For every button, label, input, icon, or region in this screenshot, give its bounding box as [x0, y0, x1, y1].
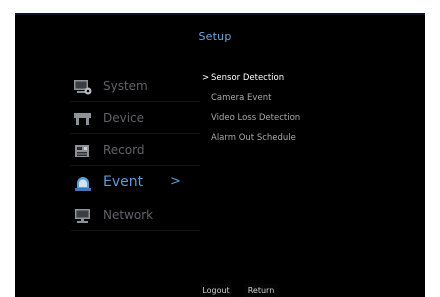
submenu-item-camera-event[interactable]: Camera Event: [211, 93, 271, 103]
submenu-item-sensor-detection[interactable]: Sensor Detection: [211, 73, 284, 83]
top-bar: [15, 13, 425, 15]
menu-label-event: Event: [103, 174, 144, 190]
chevron-right-icon: >: [170, 174, 181, 189]
camera-mount-icon: [73, 110, 93, 128]
menu-item-network[interactable]: Network: [70, 201, 200, 231]
selection-marker: >: [202, 73, 210, 83]
return-button[interactable]: Return: [244, 284, 278, 297]
alarm-siren-icon: [73, 175, 93, 193]
logout-button[interactable]: Logout: [200, 284, 232, 297]
page-title: Setup: [198, 30, 232, 43]
divider: [70, 101, 200, 102]
menu-label-device: Device: [103, 111, 145, 125]
menu-item-record[interactable]: Record: [70, 136, 200, 166]
menu-item-event[interactable]: Event >: [70, 169, 200, 199]
submenu-item-video-loss-detection[interactable]: Video Loss Detection: [211, 113, 300, 123]
menu-item-device[interactable]: Device: [70, 104, 200, 134]
monitor-gear-icon: [73, 78, 93, 96]
menu-label-record: Record: [103, 143, 145, 157]
divider: [70, 230, 200, 231]
network-monitor-icon: [73, 207, 93, 225]
divider: [70, 133, 200, 134]
setup-screen: Setup System Device Record Event > Netwo…: [15, 13, 425, 297]
submenu-item-alarm-out-schedule[interactable]: Alarm Out Schedule: [211, 133, 296, 143]
menu-label-system: System: [103, 79, 148, 93]
divider: [70, 165, 200, 166]
recorder-icon: [73, 142, 93, 160]
menu-label-network: Network: [103, 208, 154, 222]
menu-item-system[interactable]: System: [70, 72, 200, 102]
